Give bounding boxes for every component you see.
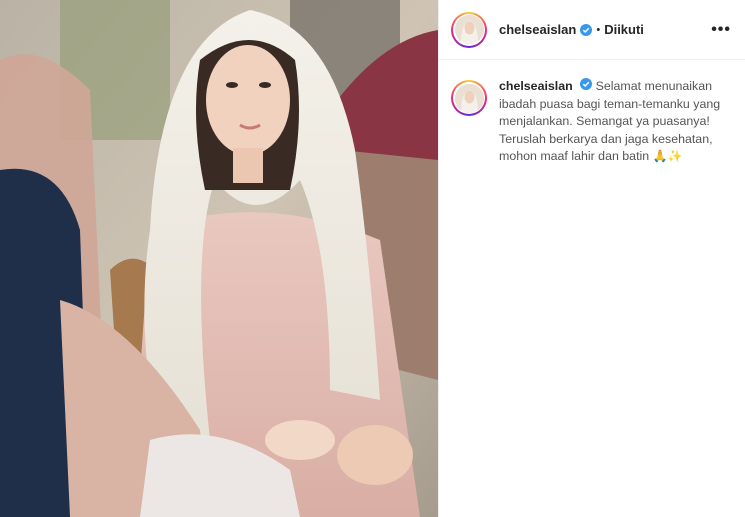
avatar-image xyxy=(454,83,484,113)
caption-username[interactable]: chelseaislan xyxy=(499,79,573,93)
post-header: chelseaislan • Diikuti ••• xyxy=(439,0,745,60)
follow-status-button[interactable]: Diikuti xyxy=(604,22,644,37)
post-image xyxy=(0,0,438,517)
avatar-image xyxy=(454,15,484,44)
verified-badge-icon xyxy=(580,23,593,36)
caption-row: chelseaislan Selamat menunaikan ibadah p… xyxy=(439,60,745,166)
caption-avatar[interactable] xyxy=(451,80,487,116)
header-separator: • xyxy=(596,23,601,36)
header-avatar[interactable] xyxy=(451,11,487,48)
post-side-panel: chelseaislan • Diikuti ••• chelseaislan … xyxy=(438,0,745,517)
caption: chelseaislan Selamat menunaikan ibadah p… xyxy=(499,78,729,166)
header-username[interactable]: chelseaislan xyxy=(499,22,576,37)
more-options-icon[interactable]: ••• xyxy=(711,21,731,39)
verified-badge-icon xyxy=(580,78,593,90)
instagram-post: chelseaislan • Diikuti ••• chelseaislan … xyxy=(0,0,745,517)
caption-emoji: 🙏✨ xyxy=(652,149,683,163)
post-photo[interactable] xyxy=(0,0,438,517)
